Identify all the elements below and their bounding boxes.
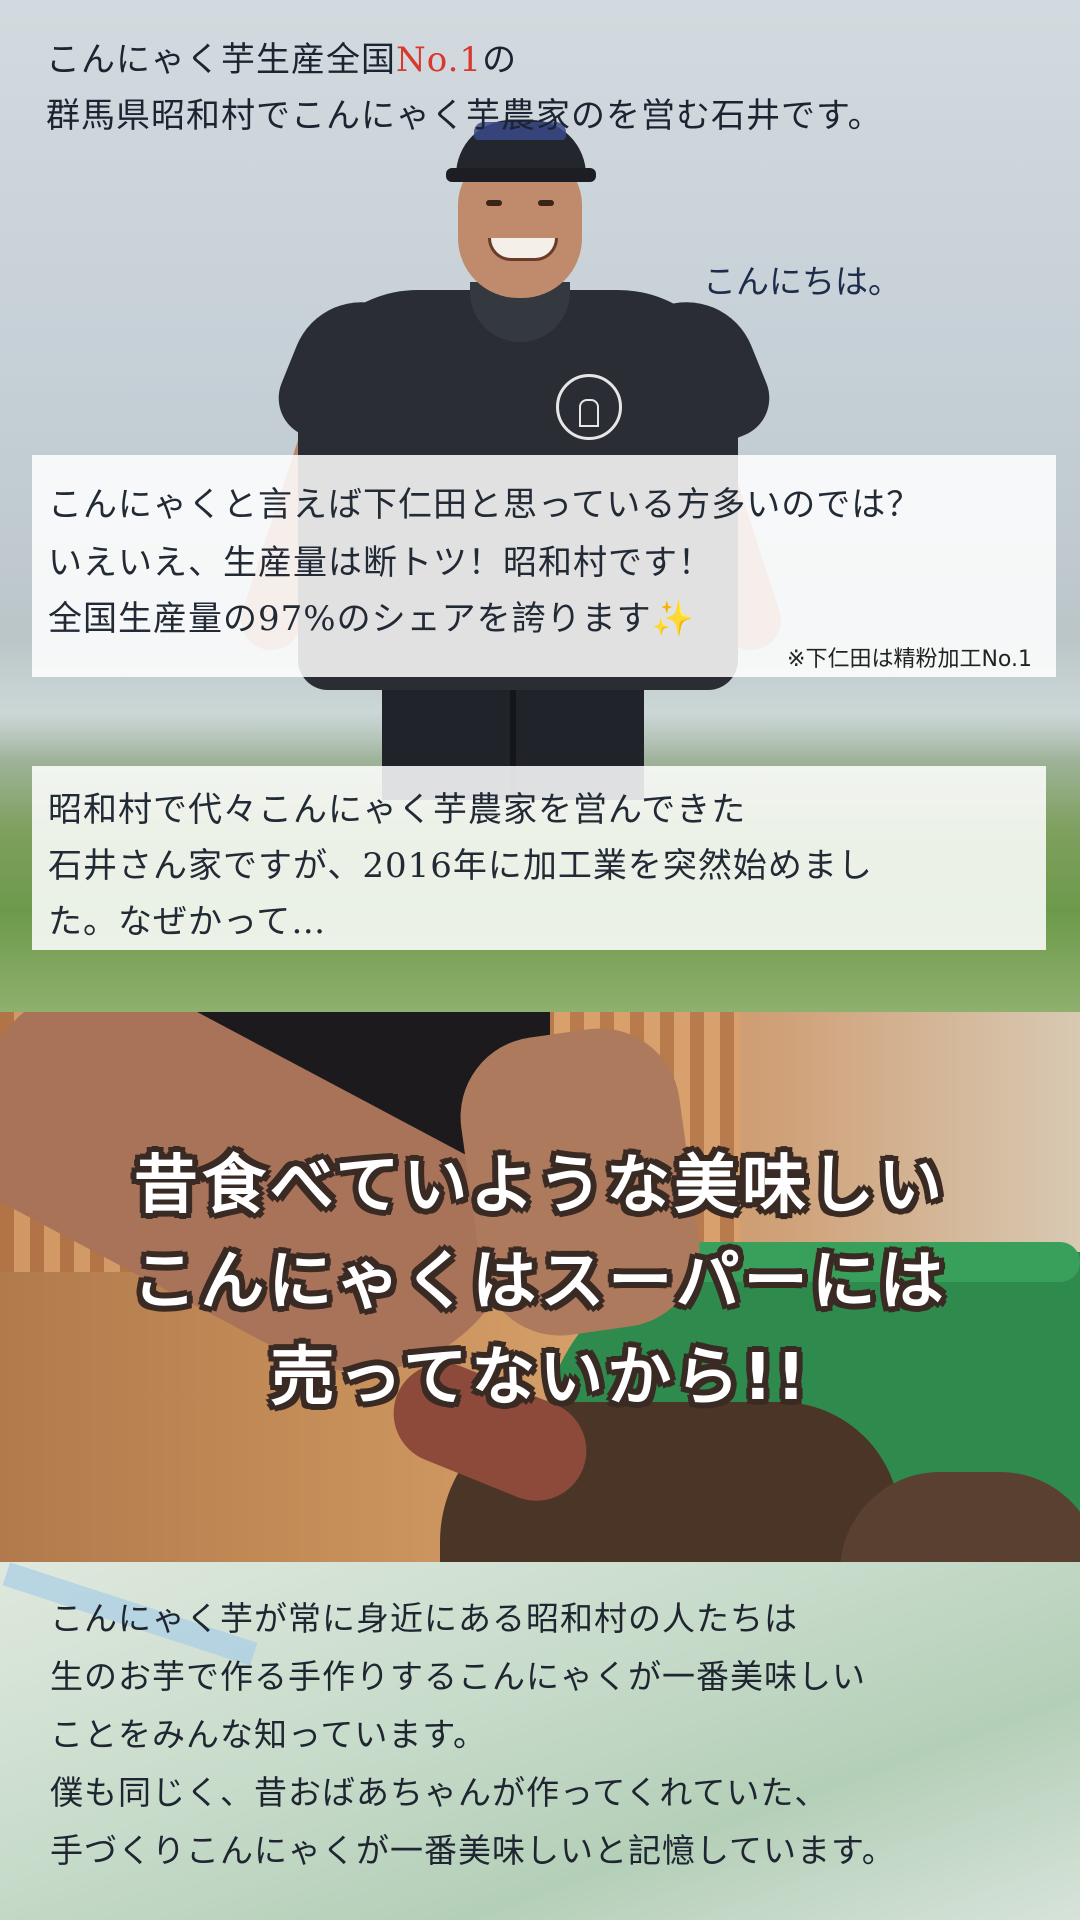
hero-line-1: こんにゃく芋生産全国No.1の xyxy=(46,32,517,81)
sparkle-icon: ✨ xyxy=(651,599,695,639)
farmer-eye-left xyxy=(486,200,502,206)
bottom-line-4: 僕も同じく、昔おばあちゃんが作ってくれていた、 xyxy=(50,1773,829,1812)
farmer-photo-section: こんにゃく芋生産全国No.1の 群馬県昭和村でこんにゃく芋農家のを営む石井です。… xyxy=(0,0,1080,1012)
hero-line-1-suffix: の xyxy=(482,40,518,80)
bottom-line-3: ことをみんな知っています。 xyxy=(50,1715,488,1754)
hero-line-2: 群馬県昭和村でこんにゃく芋農家のを営む石井です。 xyxy=(46,96,883,136)
card2-line-3: た。なぜかって… xyxy=(48,902,327,942)
card2-line-2: 石井さん家ですが、2016年に加工業を突然始めまし xyxy=(48,846,873,886)
village-story-section: こんにゃく芋が常に身近にある昭和村の人たちは 生のお芋で作る手作りするこんにゃく… xyxy=(0,1562,1080,1920)
footnote-shimonita: ※下仁田は精粉加工No.1 xyxy=(787,647,1032,672)
card2-line-1: 昭和村で代々こんにゃく芋農家を営んできた xyxy=(48,790,747,830)
bottom-line-5: 手づくりこんにゃくが一番美味しいと記憶しています。 xyxy=(50,1831,896,1870)
greeting-text: こんにちは。 xyxy=(703,262,901,301)
hero-line-1-text: こんにゃく芋生産全国 xyxy=(46,40,396,80)
shirt-logo-icon xyxy=(556,374,622,440)
bottom-line-1: こんにゃく芋が常に身近にある昭和村の人たちは xyxy=(50,1599,798,1638)
card1-line-3-text: 全国生産量の97%のシェアを誇ります xyxy=(48,599,652,639)
card1-line-3: 全国生産量の97%のシェアを誇ります✨ xyxy=(48,591,695,640)
bottom-line-2: 生のお芋で作る手作りするこんにゃくが一番美味しい xyxy=(50,1657,866,1696)
info-card-history: 昭和村で代々こんにゃく芋農家を営んできた 石井さん家ですが、2016年に加工業を… xyxy=(32,766,1046,950)
headline-line-1: 昔食べていような美味しい xyxy=(133,1149,947,1223)
headline-line-3: 売ってないから!! xyxy=(270,1341,810,1415)
farmer-eye-right xyxy=(538,200,554,206)
card1-line-2: いえいえ、生産量は断トツ！昭和村です！ xyxy=(48,543,713,583)
konjac-hands-section: 昔食べていような美味しい こんにゃくはスーパーには 売ってないから!! xyxy=(0,1012,1080,1562)
headline-line-2: こんにゃくはスーパーには xyxy=(132,1245,948,1319)
info-card-share: こんにゃくと言えば下仁田と思っている方多いのでは？ いえいえ、生産量は断トツ！昭… xyxy=(32,455,1056,677)
cap-brim xyxy=(446,168,596,182)
card1-line-1: こんにゃくと言えば下仁田と思っている方多いのでは？ xyxy=(48,485,922,525)
hero-accent-no1: No.1 xyxy=(396,40,483,80)
